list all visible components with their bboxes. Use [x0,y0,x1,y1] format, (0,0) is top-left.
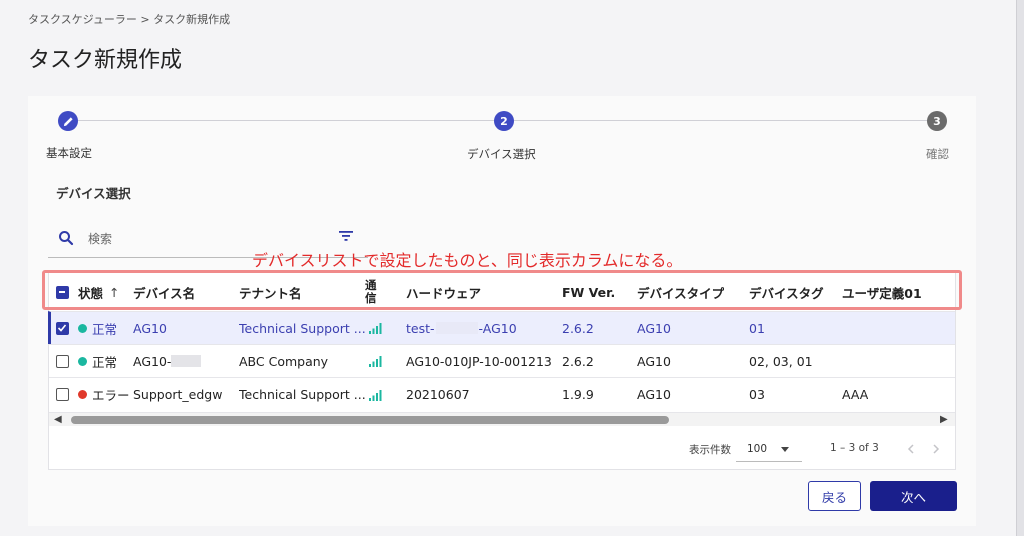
status-label: 正常 [92,354,118,370]
device-tag-cell: 01 [749,320,765,336]
tenant-name-cell: Technical Support ... [239,320,365,336]
step-2-label: デバイス選択 [467,147,536,161]
row-checkbox[interactable] [56,312,69,344]
breadcrumb-separator: > [140,13,150,26]
section-title: デバイス選択 [56,186,131,201]
status-cell: 正常 [78,345,117,377]
user-def-cell: AAA [842,387,869,402]
scroll-thumb[interactable] [71,416,669,424]
status-label: 正常 [92,321,118,337]
status-error-dot-icon [78,390,87,399]
fw-cell: 2.6.2 [562,353,594,369]
row-checkbox[interactable] [56,378,69,411]
fw-cell: 1.9.9 [562,387,594,402]
breadcrumb: タスクスケジューラー > タスク新規作成 [28,11,230,27]
hardware-cell: AG10-010JP-10-001213 [406,353,552,369]
filter-icon[interactable] [338,230,354,242]
redacted-block [435,322,478,334]
status-cell: エラー [78,378,130,411]
device-type-cell: AG10 [637,387,671,402]
annotation-text: デバイスリストで設定したものと、同じ表示カラムになる。 [252,251,683,270]
rows-per-page-select[interactable]: 100 [736,438,802,462]
rows-per-page-value: 100 [747,443,768,455]
next-page-icon[interactable] [933,444,940,454]
signal-strength-icon [369,345,383,377]
table-row[interactable]: 正常 AG10 Technical Support ... test- -AG1… [48,311,955,344]
hardware-cell: test- -AG10 [406,312,517,344]
step-3-circle: 3 [927,111,947,131]
device-tag-cell: 02, 03, 01 [749,353,813,369]
device-name-text: AG10- [133,353,172,369]
breadcrumb-current: タスク新規作成 [153,13,231,26]
redacted-block [171,355,202,367]
table-row[interactable]: エラー Support_edgw Technical Support ... 2… [49,377,955,411]
annotation-highlight-box [42,270,962,310]
back-button[interactable]: 戻る [808,481,861,511]
check-icon [57,323,67,332]
device-name-cell: Support_edgw [133,387,223,402]
step-1-done-icon [58,111,78,131]
prev-page-icon[interactable] [907,444,914,454]
rows-per-page-label: 表示件数 [689,444,731,456]
status-label: エラー [92,388,130,403]
device-name-cell: AG10 [133,320,167,336]
fw-cell: 2.6.2 [562,320,594,336]
next-button[interactable]: 次へ [870,481,957,511]
table-row[interactable]: 正常 AG10- ABC Company AG10-010JP-10-00121… [49,344,955,377]
row-checkbox[interactable] [56,345,69,377]
step-3-label: 確認 [926,147,949,161]
hardware-cell: 20210607 [406,387,470,402]
status-ok-dot-icon [78,323,87,333]
step-1-label: 基本設定 [46,146,92,160]
signal-strength-icon [369,378,383,411]
tenant-name-cell: ABC Company [239,353,329,369]
scroll-left-icon[interactable]: ◀ [54,414,62,425]
status-cell: 正常 [78,312,117,344]
hardware-prefix: test- [406,320,435,336]
horizontal-scrollbar[interactable]: ◀ ▶ [49,412,955,426]
tenant-name-cell: Technical Support ... [239,387,365,402]
search-icon [59,231,74,246]
pencil-icon [63,116,73,126]
hardware-suffix: -AG10 [478,320,517,336]
window-edge [1016,0,1024,536]
device-type-cell: AG10 [637,320,671,336]
page-title: タスク新規作成 [28,48,183,73]
device-name-cell: AG10- [133,345,202,377]
breadcrumb-parent[interactable]: タスクスケジューラー [28,13,137,26]
signal-strength-icon [369,312,383,344]
scroll-right-icon[interactable]: ▶ [940,414,948,425]
chevron-down-icon [781,447,789,452]
step-2-circle: 2 [494,111,514,131]
device-tag-cell: 03 [749,387,765,402]
status-ok-dot-icon [78,356,87,366]
device-type-cell: AG10 [637,353,671,369]
page-range: 1 – 3 of 3 [830,442,879,454]
